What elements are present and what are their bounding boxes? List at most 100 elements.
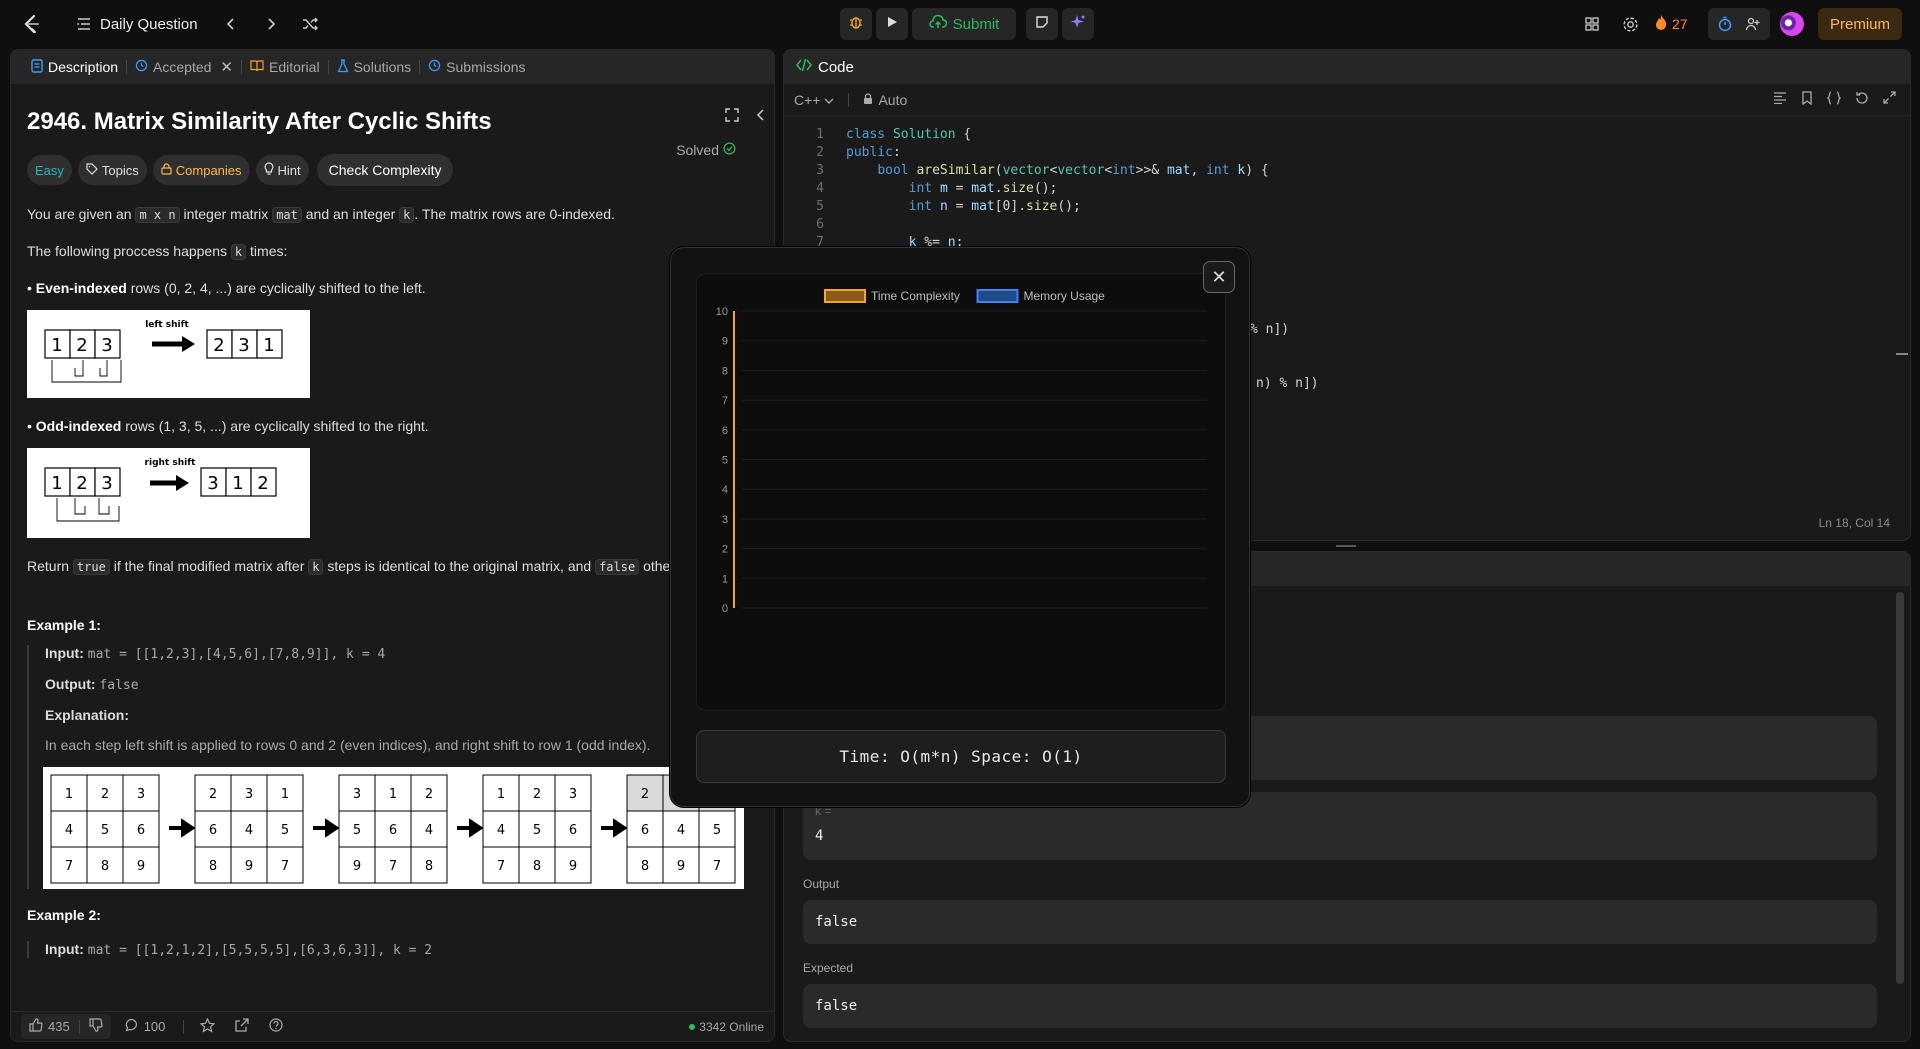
- submit-button[interactable]: Submit: [912, 8, 1016, 40]
- next-problem-icon[interactable]: [264, 17, 278, 31]
- star-icon[interactable]: [199, 1017, 216, 1036]
- add-friend-icon[interactable]: [1740, 16, 1766, 32]
- ai-assistant-button[interactable]: [1062, 8, 1094, 40]
- example-output: Output: false: [45, 676, 750, 693]
- left-shift-caption: left shift: [145, 320, 189, 330]
- right-shift-diagram: 123 312 right shift: [27, 448, 310, 538]
- input-value: mat = [[1,2,3],[4,5,6],[7,8,9]], k = 4: [87, 647, 386, 662]
- reset-icon[interactable]: [1855, 91, 1869, 108]
- y-tick-label: 6: [722, 425, 728, 437]
- complexity-modal: 0 1 2 3 4 5 6 7 8 9 10 Time Complexity Memory Usage …: [670, 247, 1250, 807]
- thumbs-down-icon[interactable]: [89, 1018, 103, 1035]
- shuffle-icon[interactable]: [302, 16, 318, 32]
- legend-swatch[interactable]: [976, 289, 1019, 303]
- topics-tag[interactable]: Topics: [77, 155, 147, 185]
- tab-description[interactable]: Description: [23, 50, 126, 84]
- bullet-text: rows (1, 3, 5, ...) are cyclically shift…: [121, 418, 429, 434]
- line-number: 6: [816, 217, 824, 232]
- matrix-cell-value: 9: [137, 859, 145, 874]
- format-icon[interactable]: [1773, 91, 1787, 108]
- auto-mode-toggle[interactable]: Auto: [863, 92, 907, 108]
- debug-button[interactable]: [840, 8, 872, 40]
- step-arrow: [313, 818, 340, 838]
- expand-icon[interactable]: [1883, 91, 1896, 108]
- streak-counter[interactable]: 27: [1654, 14, 1698, 34]
- bookmark-icon[interactable]: [1801, 91, 1813, 108]
- description-tabs: Description Accepted ✕ Editorial Solutio…: [11, 50, 774, 122]
- svg-text:3: 3: [238, 335, 249, 356]
- y-tick-label: 7: [722, 395, 728, 407]
- like-button[interactable]: 435: [21, 1014, 111, 1039]
- code-brackets-icon: [796, 58, 812, 76]
- panel-resize-handle[interactable]: [1336, 545, 1356, 547]
- timer-icon[interactable]: [1712, 16, 1738, 32]
- input-value: mat = [[1,2,1,2],[5,5,5,5],[6,3,6,3]], k…: [87, 943, 433, 958]
- matrix-cell-value: 6: [641, 823, 649, 838]
- tab-accepted[interactable]: Accepted ✕: [127, 50, 241, 84]
- lock-icon: [161, 162, 172, 178]
- matrix-cell-value: 8: [641, 859, 649, 874]
- tab-editorial[interactable]: Editorial: [242, 50, 328, 84]
- notes-button[interactable]: [1026, 8, 1058, 40]
- tab-submissions[interactable]: Submissions: [420, 50, 533, 84]
- bullet-even: • Even-indexed rows (0, 2, 4, ...) are c…: [27, 280, 426, 296]
- legend-label[interactable]: Time Complexity: [871, 289, 960, 303]
- difficulty-label: Easy: [35, 162, 64, 178]
- statement-text: . The matrix rows are 0-indexed.: [414, 206, 615, 222]
- lock-icon: [863, 92, 873, 108]
- inline-code: mat: [272, 207, 302, 223]
- code-line: 4 int m = mat.size();: [784, 180, 1910, 198]
- companies-tag[interactable]: Companies: [152, 155, 250, 185]
- problem-title[interactable]: 2946. Matrix Similarity After Cyclic Shi…: [27, 108, 750, 136]
- line-number: 3: [816, 163, 824, 178]
- settings-gear-icon[interactable]: [1616, 16, 1644, 33]
- test-scrollbar[interactable]: [1896, 592, 1904, 984]
- code-tab-bar: Code: [784, 50, 1910, 84]
- avatar[interactable]: [1780, 12, 1804, 36]
- hint-tag[interactable]: Hint: [255, 155, 309, 185]
- comment-count: 100: [143, 1019, 166, 1034]
- tab-solutions[interactable]: Solutions: [329, 50, 420, 84]
- expected-value: false: [803, 984, 1877, 1028]
- share-icon[interactable]: [235, 1018, 250, 1035]
- y-tick-label: 10: [716, 306, 728, 318]
- matrix-cell-value: 5: [713, 823, 721, 838]
- layout-icon[interactable]: [1578, 16, 1606, 32]
- close-tab-icon[interactable]: ✕: [220, 58, 233, 76]
- online-count: 3342 Online: [699, 1019, 764, 1034]
- problem-list-button[interactable]: Daily Question: [76, 16, 198, 33]
- legend-swatch[interactable]: [824, 289, 866, 303]
- matrix-cell-value: 9: [677, 859, 685, 874]
- run-button[interactable]: [876, 8, 908, 40]
- language-select[interactable]: C++: [794, 92, 834, 108]
- history-icon: [428, 59, 441, 75]
- inline-code: k: [399, 207, 415, 223]
- premium-label: Premium: [1829, 15, 1890, 33]
- code-line: 6: [784, 216, 1910, 234]
- input-label: Input:: [45, 941, 84, 957]
- statement-text: times:: [246, 243, 288, 259]
- k-value: 4: [815, 828, 824, 844]
- svg-text:3: 3: [101, 473, 112, 494]
- code-editor[interactable]: 1 class Solution { 2 public: 3 bool areSim…: [784, 126, 1910, 252]
- matrix-cell-value: 6: [389, 823, 397, 838]
- help-icon[interactable]: [269, 1018, 284, 1035]
- statement-paragraph: You are given an m x n integer matrix ma…: [27, 204, 750, 225]
- comments-button[interactable]: 100: [125, 1018, 166, 1035]
- bullet-bold: Odd-indexed: [35, 418, 122, 434]
- svg-text:1: 1: [232, 473, 243, 494]
- matrix-cell-value: 3: [569, 787, 577, 802]
- matrix-cell-value: 2: [209, 787, 217, 802]
- legend-label[interactable]: Memory Usage: [1024, 289, 1106, 303]
- solved-label: Solved: [676, 142, 719, 158]
- braces-icon[interactable]: [1826, 91, 1842, 108]
- close-modal-button[interactable]: ✕: [1203, 261, 1235, 293]
- leetcode-logo-icon[interactable]: [20, 13, 42, 35]
- code-tab-label[interactable]: Code: [818, 59, 854, 76]
- matrix-cell-value: 6: [209, 823, 217, 838]
- check-complexity-button[interactable]: Check Complexity: [316, 154, 454, 186]
- matrix-cell-value: 9: [569, 859, 577, 874]
- premium-button[interactable]: Premium: [1818, 8, 1902, 40]
- prev-problem-icon[interactable]: [224, 17, 238, 31]
- statement-text: integer matrix: [179, 206, 273, 222]
